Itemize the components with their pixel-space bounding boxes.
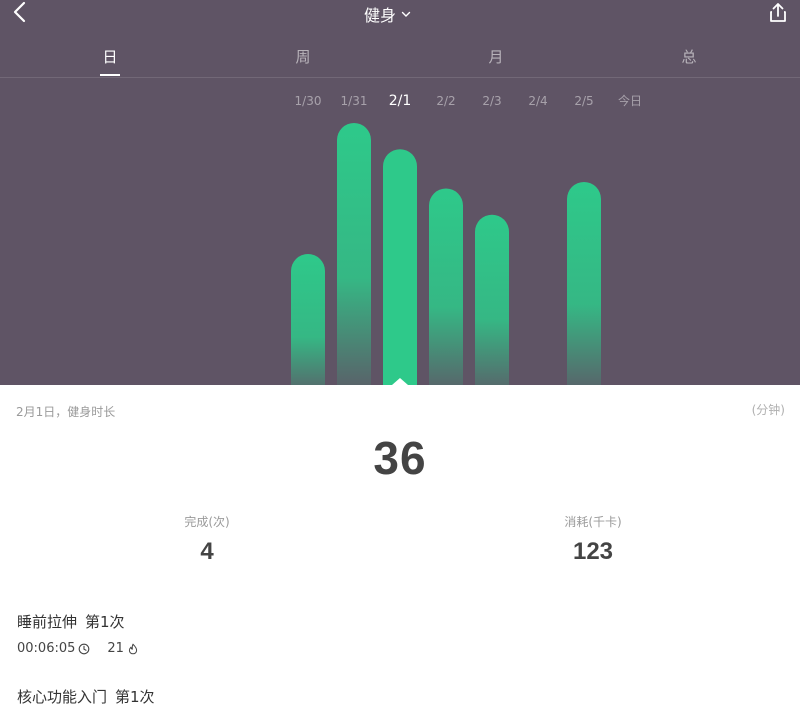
workout-count: 第1次 (85, 613, 125, 631)
tabs-divider (0, 77, 800, 78)
flame-icon (128, 643, 138, 654)
bar[interactable] (337, 123, 371, 385)
bar[interactable] (475, 214, 509, 385)
date-label[interactable]: 2/2 (436, 94, 455, 108)
tab-week[interactable]: 周 (283, 46, 323, 67)
date-label[interactable]: 2/3 (482, 94, 501, 108)
workout-title: 睡前拉伸 第1次 (17, 611, 139, 632)
bar[interactable] (291, 254, 325, 385)
summary-panel: 2月1日，健身时长 (分钟) 36 完成(次) 4 消耗(千卡) 123 睡前拉… (0, 385, 800, 708)
workout-time: 00:06:05 (17, 641, 76, 656)
date-label[interactable]: 1/31 (341, 94, 368, 108)
active-tab-indicator (100, 74, 120, 76)
unit-caption: (分钟) (751, 403, 785, 417)
bar[interactable] (567, 181, 601, 385)
share-icon (770, 3, 786, 22)
workout-meta: 00:06:05 21 (17, 641, 139, 656)
page-title: 健身 (364, 6, 397, 25)
workout-title: 核心功能入门 第1次 (17, 686, 155, 707)
completed-value: 4 (200, 538, 214, 565)
tab-month[interactable]: 月 (476, 46, 516, 67)
completed-label: 完成(次) (184, 515, 230, 529)
date-label[interactable]: 2/5 (574, 94, 593, 108)
bar-group (291, 123, 601, 385)
date-label[interactable]: 2/1 (389, 93, 412, 109)
workout-name: 核心功能入门 (17, 688, 108, 706)
workout-calories: 21 (107, 641, 124, 656)
clock-icon (79, 643, 90, 654)
workout-name: 睡前拉伸 (17, 613, 78, 631)
date-label[interactable]: 今日 (618, 93, 642, 108)
share-button[interactable] (766, 1, 790, 25)
tab-total[interactable]: 总 (669, 46, 709, 67)
period-tabs: 日 周 月 总 (0, 40, 800, 76)
category-dropdown[interactable]: 健身 (364, 2, 412, 26)
duration-value: 36 (373, 432, 427, 484)
workout-count: 第1次 (115, 688, 155, 706)
date-label[interactable]: 2/4 (528, 94, 547, 108)
calories-label: 消耗(千卡) (564, 515, 622, 529)
tab-day[interactable]: 日 (90, 46, 130, 67)
nav-bar: 健身 (0, 0, 800, 30)
calories-stat: 消耗(千卡) 123 (513, 513, 673, 566)
workout-item[interactable]: 核心功能入门 第1次 (17, 686, 155, 707)
chevron-down-icon (401, 11, 411, 17)
workout-item[interactable]: 睡前拉伸 第1次 00:06:05 21 (17, 611, 139, 656)
selected-date-caption: 2月1日，健身时长 (16, 405, 116, 419)
calories-value: 123 (572, 538, 614, 565)
date-label[interactable]: 1/30 (295, 94, 322, 108)
chart-header: 1/30 1/31 2/1 2/2 2/3 2/4 2/5 今日 健身 日 周 月 总 (0, 0, 800, 385)
bar[interactable] (383, 149, 417, 385)
date-label-group: 1/30 1/31 2/1 2/2 2/3 2/4 2/5 今日 (295, 93, 642, 109)
completed-stat: 完成(次) 4 (127, 513, 287, 566)
back-button[interactable] (8, 0, 32, 26)
chevron-left-icon (13, 1, 26, 23)
bar[interactable] (429, 188, 463, 386)
